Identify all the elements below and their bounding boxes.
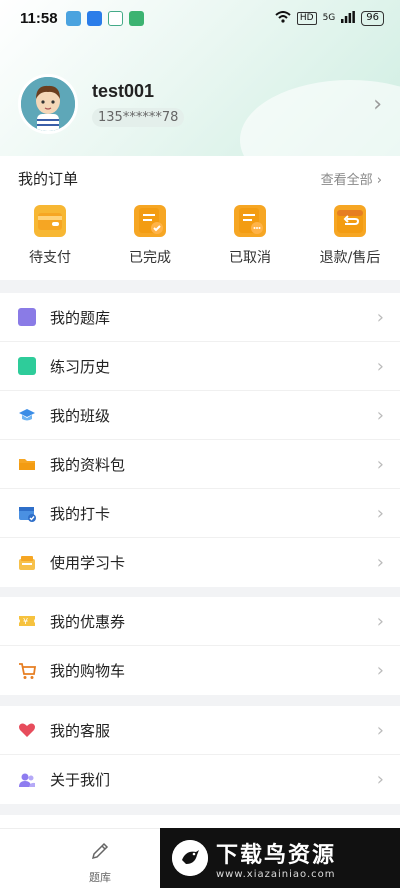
app-notification-icon [128, 10, 144, 26]
menu-item-label: 我的题库 [50, 308, 111, 327]
wifi-icon [275, 10, 291, 26]
watermark-url: www.xiazainiao.com [216, 868, 336, 880]
wallet-icon [34, 205, 66, 237]
avatar-image-icon [21, 77, 75, 131]
signal-icon [341, 10, 356, 26]
order-refund[interactable]: 退款/售后 [310, 205, 390, 267]
chevron-right-icon: › [376, 552, 384, 573]
view-all-label: 查看全部 [320, 173, 373, 188]
folder-icon [18, 455, 36, 473]
menu-item-label: 我的资料包 [50, 455, 126, 474]
menu-item-label: 关于我们 [50, 771, 111, 789]
nav-tab-question-bank[interactable]: 题库 [70, 841, 130, 885]
chevron-right-icon: › [376, 173, 382, 188]
menu-item-question-bank[interactable]: 我的题库 › [0, 293, 400, 342]
chevron-right-icon: › [376, 502, 384, 524]
order-pending-payment[interactable]: 待支付 [10, 205, 90, 267]
chevron-right-icon: › [376, 355, 384, 377]
username: test001 [92, 81, 155, 101]
menu-item-coupons[interactable]: ¥ 我的优惠券 › [0, 597, 400, 646]
coupon-icon: ¥ [18, 612, 36, 630]
menu-item-label: 使用学习卡 [50, 554, 126, 572]
battery-indicator: 96 [361, 10, 384, 26]
status-time: 11:58 [20, 9, 58, 27]
menu-item-practice-history[interactable]: 练习历史 › [0, 342, 400, 391]
bird-logo-icon [172, 840, 208, 876]
order-label: 待支付 [29, 250, 71, 266]
menu-item-about-us[interactable]: 关于我们 › [0, 755, 400, 804]
menu-item-check-in[interactable]: 我的打卡 › [0, 489, 400, 538]
calendar-check-icon [18, 504, 36, 522]
avatar[interactable] [18, 74, 78, 134]
orders-section: 我的订单 查看全部 › 待支付 已完成 已取消 退款/售后 [0, 156, 400, 280]
menu-item-study-card[interactable]: 使用学习卡 › [0, 538, 400, 587]
nav-tab-label: 题库 [89, 871, 111, 884]
graduation-cap-icon [18, 406, 36, 424]
pencil-icon [90, 841, 110, 865]
menu-item-customer-service[interactable]: 我的客服 › [0, 706, 400, 755]
menu-item-label: 我的购物车 [50, 662, 126, 680]
menu-group-learning: 我的题库 › 练习历史 › 我的班级 › 我的资料包 › 我的打卡 › 使用学习… [0, 293, 400, 587]
menu-item-label: 练习历史 [50, 357, 111, 376]
orders-title: 我的订单 [18, 170, 79, 188]
chevron-right-icon: › [376, 306, 384, 328]
people-icon [18, 771, 36, 789]
network-indicator: 5G [322, 13, 336, 23]
chevron-right-icon: › [376, 610, 384, 632]
history-icon [18, 357, 36, 375]
menu-item-cart[interactable]: 我的购物车 › [0, 646, 400, 695]
watermark-title: 下载鸟资源 [216, 842, 337, 868]
cart-icon [18, 662, 37, 680]
order-cancelled[interactable]: 已取消 [210, 205, 290, 267]
status-app-icons [65, 10, 144, 26]
menu-group-support: 我的客服 › 关于我们 › [0, 706, 400, 804]
menu-item-my-class[interactable]: 我的班级 › [0, 391, 400, 440]
app-notification-icon [107, 10, 123, 26]
menu-item-label: 我的客服 [50, 721, 111, 740]
chevron-right-icon: › [376, 660, 384, 681]
svg-text:¥: ¥ [23, 617, 28, 626]
order-cancel-icon [234, 205, 266, 237]
watermark-banner: 下载鸟资源 www.xiazainiao.com [160, 828, 400, 888]
status-bar: 11:58 HD 5G 96 [0, 0, 400, 36]
order-complete-icon [134, 205, 166, 237]
menu-group-settings-partial [0, 815, 400, 829]
chevron-right-icon[interactable]: › [373, 92, 382, 117]
heart-icon [18, 721, 36, 739]
view-all-orders-link[interactable]: 查看全部 › [321, 169, 382, 188]
chevron-right-icon: › [376, 719, 384, 741]
chevron-right-icon: › [376, 769, 384, 790]
phone-number: 135******78 [92, 108, 185, 127]
order-label: 已完成 [129, 250, 171, 266]
app-notification-icon [65, 10, 81, 26]
menu-item-label: 我的优惠券 [50, 612, 126, 631]
order-label: 退款/售后 [319, 250, 381, 266]
app-notification-icon [86, 10, 102, 26]
refund-icon [334, 205, 366, 237]
chevron-right-icon: › [376, 404, 384, 426]
order-label: 已取消 [229, 250, 271, 266]
card-icon [18, 554, 36, 572]
question-bank-icon [18, 308, 36, 326]
menu-item-label: 我的班级 [50, 406, 111, 425]
menu-item-materials[interactable]: 我的资料包 › [0, 440, 400, 489]
profile-card[interactable]: test001 135******78 › [18, 74, 382, 134]
hd-badge: HD [296, 11, 317, 25]
menu-group-shopping: ¥ 我的优惠券 › 我的购物车 › [0, 597, 400, 695]
chevron-right-icon: › [376, 453, 384, 475]
order-completed[interactable]: 已完成 [110, 205, 190, 267]
menu-item-label: 我的打卡 [50, 504, 111, 523]
status-indicators: HD 5G 96 [275, 10, 384, 26]
